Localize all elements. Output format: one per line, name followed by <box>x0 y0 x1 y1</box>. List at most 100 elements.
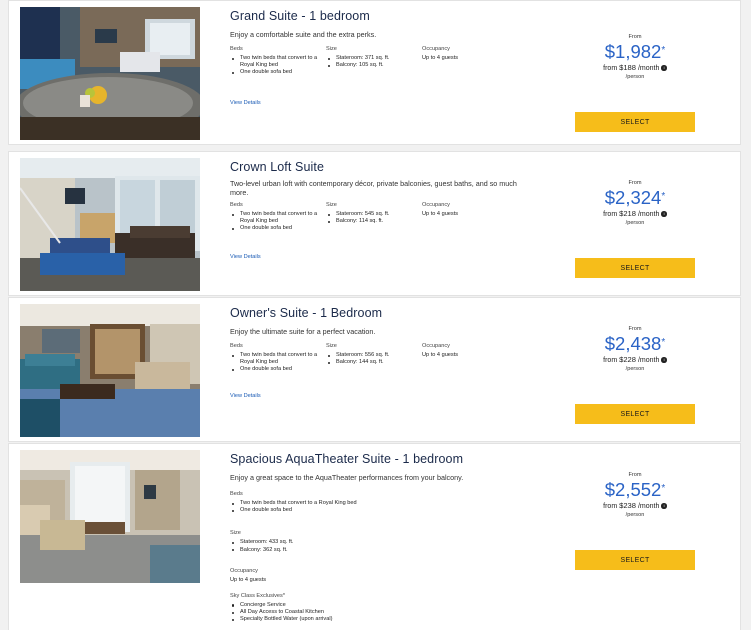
occupancy-heading: Occupancy <box>422 343 450 349</box>
suite-card: Spacious AquaTheater Suite - 1 bedroom E… <box>8 443 741 630</box>
monthly-value: $228 <box>619 355 637 364</box>
size-item: Stateroom: 545 sq. ft. <box>326 211 416 218</box>
exclusives-item: All Day Access to Coastal Kitchen <box>230 609 570 616</box>
monthly-price: from $188 /month i <box>575 63 695 72</box>
select-button[interactable]: SELECT <box>575 550 695 570</box>
suite-photo[interactable] <box>20 158 200 291</box>
from-label: From <box>628 34 642 40</box>
suite-title: Crown Loft Suite <box>230 160 325 174</box>
suite-specs: Beds Two twin beds that convert to a Roy… <box>230 202 570 236</box>
suite-specs: Beds Two twin beds that convert to a Roy… <box>230 46 570 80</box>
price-asterisk: * <box>661 191 666 202</box>
price-value: $2,438 <box>604 333 662 354</box>
beds-column: Beds Two twin beds that convert to a Roy… <box>230 343 320 374</box>
per-person-label: /person <box>625 74 645 80</box>
size-list: Stateroom: 433 sq. ft. Balcony: 362 sq. f… <box>230 539 570 553</box>
exclusives-item: Specialty Bottled Water (upon arrival) <box>230 616 570 623</box>
size-column: Size Stateroom: 371 sq. ft. Balcony: 105 … <box>326 46 416 69</box>
price-block: From $2,552* from $238 /month i /person <box>575 472 695 518</box>
price-value: $2,552 <box>604 479 662 500</box>
suite-description: Enjoy a great space to the AquaTheater p… <box>230 473 464 482</box>
info-icon[interactable]: i <box>661 65 667 71</box>
monthly-price: from $238 /month i <box>575 501 695 510</box>
occupancy-value: Up to 4 guests <box>422 352 459 358</box>
per-person-label: /person <box>625 512 645 518</box>
info-icon[interactable]: i <box>661 211 667 217</box>
monthly-prefix: from <box>603 503 618 510</box>
from-label: From <box>628 326 642 332</box>
view-details-link[interactable]: View Details <box>230 393 261 399</box>
monthly-suffix: /month <box>637 357 660 364</box>
monthly-price: from $228 /month i <box>575 355 695 364</box>
from-label: From <box>628 472 642 478</box>
suite-photo[interactable] <box>20 304 200 437</box>
occupancy-value: Up to 4 guests <box>230 576 267 583</box>
beds-heading: Beds <box>230 46 243 52</box>
price-block: From $2,324* from $218 /month i /person <box>575 180 695 226</box>
price-asterisk: * <box>661 45 666 56</box>
suite-card: Grand Suite - 1 bedroom Enjoy a comforta… <box>8 0 741 145</box>
size-heading: Size <box>326 202 337 208</box>
occupancy-heading: Occupancy <box>422 46 450 52</box>
per-person-label: /person <box>625 366 645 372</box>
suite-description: Enjoy the ultimate suite for a perfect v… <box>230 327 376 336</box>
price-asterisk: * <box>661 483 666 494</box>
view-details-link[interactable]: View Details <box>230 100 261 106</box>
size-item: Balcony: 144 sq. ft. <box>326 359 416 366</box>
size-heading: Size <box>230 530 241 537</box>
size-column: Size Stateroom: 556 sq. ft. Balcony: 144 … <box>326 343 416 366</box>
size-item: Balcony: 362 sq. ft. <box>230 547 570 554</box>
monthly-suffix: /month <box>637 211 660 218</box>
suite-description: Two-level urban loft with contemporary d… <box>230 179 517 197</box>
beds-item: One double sofa bed <box>230 507 570 514</box>
beds-heading: Beds <box>230 343 243 349</box>
view-details-link[interactable]: View Details <box>230 254 261 260</box>
suite-card: Owner's Suite - 1 Bedroom Enjoy the ulti… <box>8 297 741 442</box>
exclusives-list: Concierge Service All Day Access to Coast… <box>230 602 570 624</box>
from-label: From <box>628 180 642 186</box>
beds-item: Two twin beds that convert to a Royal Ki… <box>230 352 320 366</box>
price-amount: $2,438* <box>575 334 695 354</box>
occupancy-value: Up to 4 guests <box>422 55 459 61</box>
price-block: From $1,982* from $188 /month i /person <box>575 34 695 80</box>
beds-column: Beds Two twin beds that convert to a Roy… <box>230 46 320 77</box>
select-button[interactable]: SELECT <box>575 112 695 132</box>
price-amount: $2,552* <box>575 480 695 500</box>
suite-title: Spacious AquaTheater Suite - 1 bedroom <box>230 452 464 466</box>
occupancy-column: Occupancy Up to 4 guests <box>422 202 512 220</box>
beds-column: Beds Two twin beds that convert to a Roy… <box>230 202 320 233</box>
price-amount: $2,324* <box>575 188 695 208</box>
size-item: Stateroom: 371 sq. ft. <box>326 55 416 62</box>
exclusives-heading: Sky Class Exclusives* <box>230 592 286 599</box>
select-button[interactable]: SELECT <box>575 404 695 424</box>
beds-item: Two twin beds that convert to a Royal Ki… <box>230 55 320 69</box>
beds-item: One double sofa bed <box>230 69 320 76</box>
price-block: From $2,438* from $228 /month i /person <box>575 326 695 372</box>
occupancy-column: Occupancy Up to 4 guests <box>422 343 512 361</box>
suite-list: Grand Suite - 1 bedroom Enjoy a comforta… <box>0 0 751 630</box>
suite-photo[interactable] <box>20 450 200 583</box>
info-icon[interactable]: i <box>661 503 667 509</box>
price-value: $1,982 <box>604 41 662 62</box>
occupancy-heading: Occupancy <box>422 202 450 208</box>
per-person-label: /person <box>625 220 645 226</box>
occupancy-column: Occupancy Up to 4 guests <box>422 46 512 64</box>
price-value: $2,324 <box>604 187 662 208</box>
size-column: Size Stateroom: 545 sq. ft. Balcony: 114 … <box>326 202 416 225</box>
monthly-prefix: from <box>603 211 618 218</box>
size-item: Balcony: 114 sq. ft. <box>326 218 416 225</box>
info-icon[interactable]: i <box>661 357 667 363</box>
suite-info: Owner's Suite - 1 Bedroom Enjoy the ulti… <box>230 306 570 377</box>
beds-item: Two twin beds that convert to a Royal Ki… <box>230 500 570 507</box>
suite-photo[interactable] <box>20 7 200 140</box>
beds-item: One double sofa bed <box>230 225 320 232</box>
select-button[interactable]: SELECT <box>575 258 695 278</box>
monthly-value: $188 <box>619 63 637 72</box>
suite-info: Spacious AquaTheater Suite - 1 bedroom E… <box>230 452 570 623</box>
suite-info: Crown Loft Suite Two-level urban loft wi… <box>230 160 570 236</box>
price-asterisk: * <box>661 337 666 348</box>
monthly-value: $238 <box>619 501 637 510</box>
monthly-suffix: /month <box>637 503 660 510</box>
price-amount: $1,982* <box>575 42 695 62</box>
size-item: Stateroom: 556 sq. ft. <box>326 352 416 359</box>
